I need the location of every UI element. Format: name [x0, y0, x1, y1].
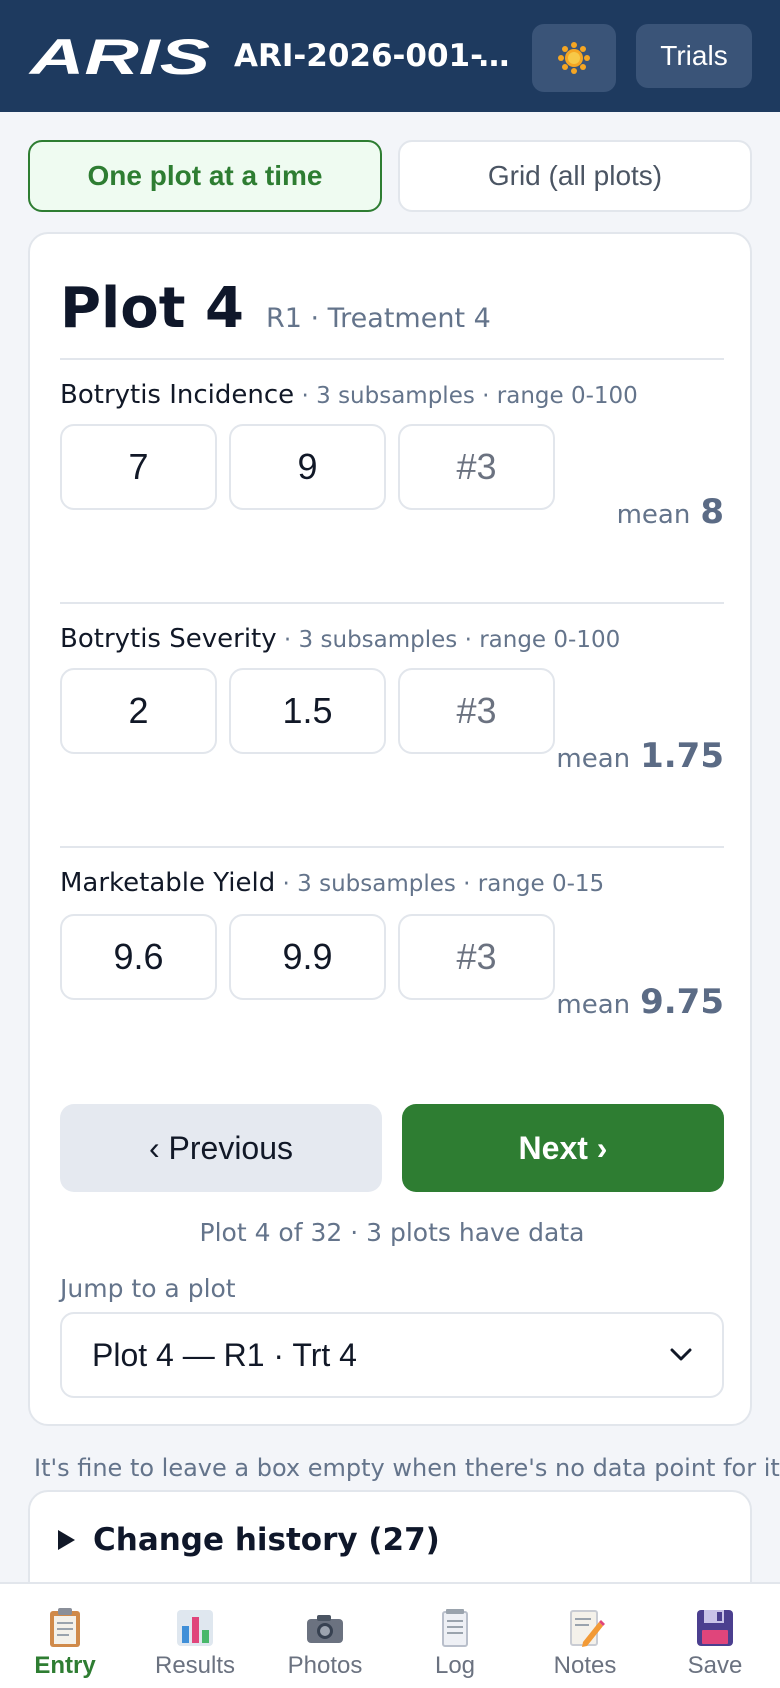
- subsample-input-3[interactable]: [398, 424, 555, 510]
- aris-logo: ARIS: [28, 32, 210, 80]
- disclosure-triangle-icon: [58, 1530, 75, 1550]
- mean-value: 9.75: [640, 982, 724, 1022]
- previous-button[interactable]: ‹ Previous: [60, 1104, 382, 1192]
- variable-botrytis-severity: Botrytis Severity · 3 subsamples · range…: [60, 624, 724, 820]
- variable-meta: · 3 subsamples · range 0-100: [276, 627, 621, 653]
- change-history-toggle[interactable]: Change history (27): [58, 1522, 440, 1558]
- trial-title: ARI-2026-001-T3...: [234, 38, 512, 74]
- mean-value: 8: [700, 492, 724, 532]
- tab-label: Entry: [34, 1652, 96, 1679]
- subsample-input-3[interactable]: [398, 668, 555, 754]
- notepad-icon: [442, 1609, 468, 1647]
- plot-title: Plot 4: [60, 276, 244, 341]
- subsample-inputs: [60, 424, 555, 510]
- empty-box-hint: It's fine to leave a box empty when ther…: [34, 1454, 780, 1482]
- tab-label: Photos: [287, 1652, 363, 1679]
- divider: [60, 602, 724, 604]
- variable-name: Botrytis Severity: [60, 624, 277, 654]
- subsample-input-2[interactable]: [229, 914, 386, 1000]
- tab-notes[interactable]: Notes: [520, 1584, 650, 1688]
- theme-toggle-button[interactable]: [532, 24, 616, 92]
- tab-save[interactable]: Save: [650, 1584, 780, 1688]
- mean-label: mean: [556, 744, 631, 774]
- bar-chart-icon: [177, 1610, 213, 1646]
- floppy-disk-icon: [697, 1610, 733, 1646]
- next-button[interactable]: Next ›: [402, 1104, 724, 1192]
- memo-icon: [570, 1610, 605, 1647]
- variable-marketable-yield: Marketable Yield · 3 subsamples · range …: [60, 868, 724, 1064]
- tab-label: Log: [434, 1652, 476, 1679]
- mode-grid-button[interactable]: Grid (all plots): [398, 140, 752, 212]
- subsample-input-2[interactable]: [229, 424, 386, 510]
- variable-label: Botrytis Severity · 3 subsamples · range…: [60, 624, 724, 654]
- subsample-inputs: [60, 668, 555, 754]
- plot-progress-status: Plot 4 of 32 · 3 plots have data: [199, 1218, 585, 1247]
- variable-label: Marketable Yield · 3 subsamples · range …: [60, 868, 724, 898]
- tab-label: Notes: [553, 1652, 617, 1679]
- change-history-title: Change history (27): [93, 1522, 440, 1558]
- sun-icon: [558, 42, 590, 74]
- divider: [60, 358, 724, 360]
- jump-selected-value: Plot 4 — R1 · Trt 4: [92, 1336, 357, 1373]
- tab-label: Save: [687, 1652, 743, 1679]
- mean-display: mean 8: [617, 492, 724, 532]
- bottom-tab-bar: Entry Results Photos Log Notes Save: [0, 1582, 780, 1688]
- variable-label: Botrytis Incidence · 3 subsamples · rang…: [60, 380, 724, 410]
- subsample-input-1[interactable]: [60, 668, 217, 754]
- mean-label: mean: [616, 500, 691, 530]
- subsample-input-1[interactable]: [60, 424, 217, 510]
- mean-display: mean 9.75: [556, 982, 724, 1022]
- tab-label: Results: [154, 1652, 236, 1679]
- variable-name: Botrytis Incidence: [60, 380, 295, 410]
- subsample-input-3[interactable]: [398, 914, 555, 1000]
- tab-entry[interactable]: Entry: [0, 1584, 130, 1688]
- svg-text:ARIS: ARIS: [28, 32, 210, 80]
- tab-log[interactable]: Log: [390, 1584, 520, 1688]
- plot-subtitle: R1 · Treatment 4: [265, 303, 491, 334]
- divider: [60, 846, 724, 848]
- mean-label: mean: [556, 990, 631, 1020]
- subsample-input-2[interactable]: [229, 668, 386, 754]
- variable-name: Marketable Yield: [60, 868, 276, 898]
- subsample-inputs: [60, 914, 555, 1000]
- trials-button[interactable]: Trials: [636, 24, 752, 88]
- camera-icon: [307, 1615, 343, 1643]
- subsample-input-1[interactable]: [60, 914, 217, 1000]
- mean-display: mean 1.75: [556, 736, 724, 776]
- plot-navigation: ‹ Previous Next ›: [60, 1104, 724, 1192]
- variable-botrytis-incidence: Botrytis Incidence · 3 subsamples · rang…: [60, 380, 724, 576]
- plot-entry-card: Plot 4 R1 · Treatment 4 Botrytis Inciden…: [28, 232, 752, 1426]
- variable-meta: · 3 subsamples · range 0-100: [294, 383, 638, 409]
- variable-meta: · 3 subsamples · range 0-15: [275, 871, 605, 897]
- jump-to-plot-select[interactable]: Plot 4 — R1 · Trt 4: [60, 1312, 724, 1398]
- jump-to-plot-label: Jump to a plot: [60, 1274, 236, 1303]
- plot-heading: Plot 4 R1 · Treatment 4: [60, 276, 491, 341]
- mean-value: 1.75: [640, 736, 724, 776]
- entry-mode-toggle: One plot at a time Grid (all plots): [28, 140, 752, 212]
- clipboard-icon: [50, 1608, 80, 1647]
- tab-results[interactable]: Results: [130, 1584, 260, 1688]
- chevron-down-icon: [670, 1348, 692, 1361]
- tab-photos[interactable]: Photos: [260, 1584, 390, 1688]
- mode-single-plot-button[interactable]: One plot at a time: [28, 140, 382, 212]
